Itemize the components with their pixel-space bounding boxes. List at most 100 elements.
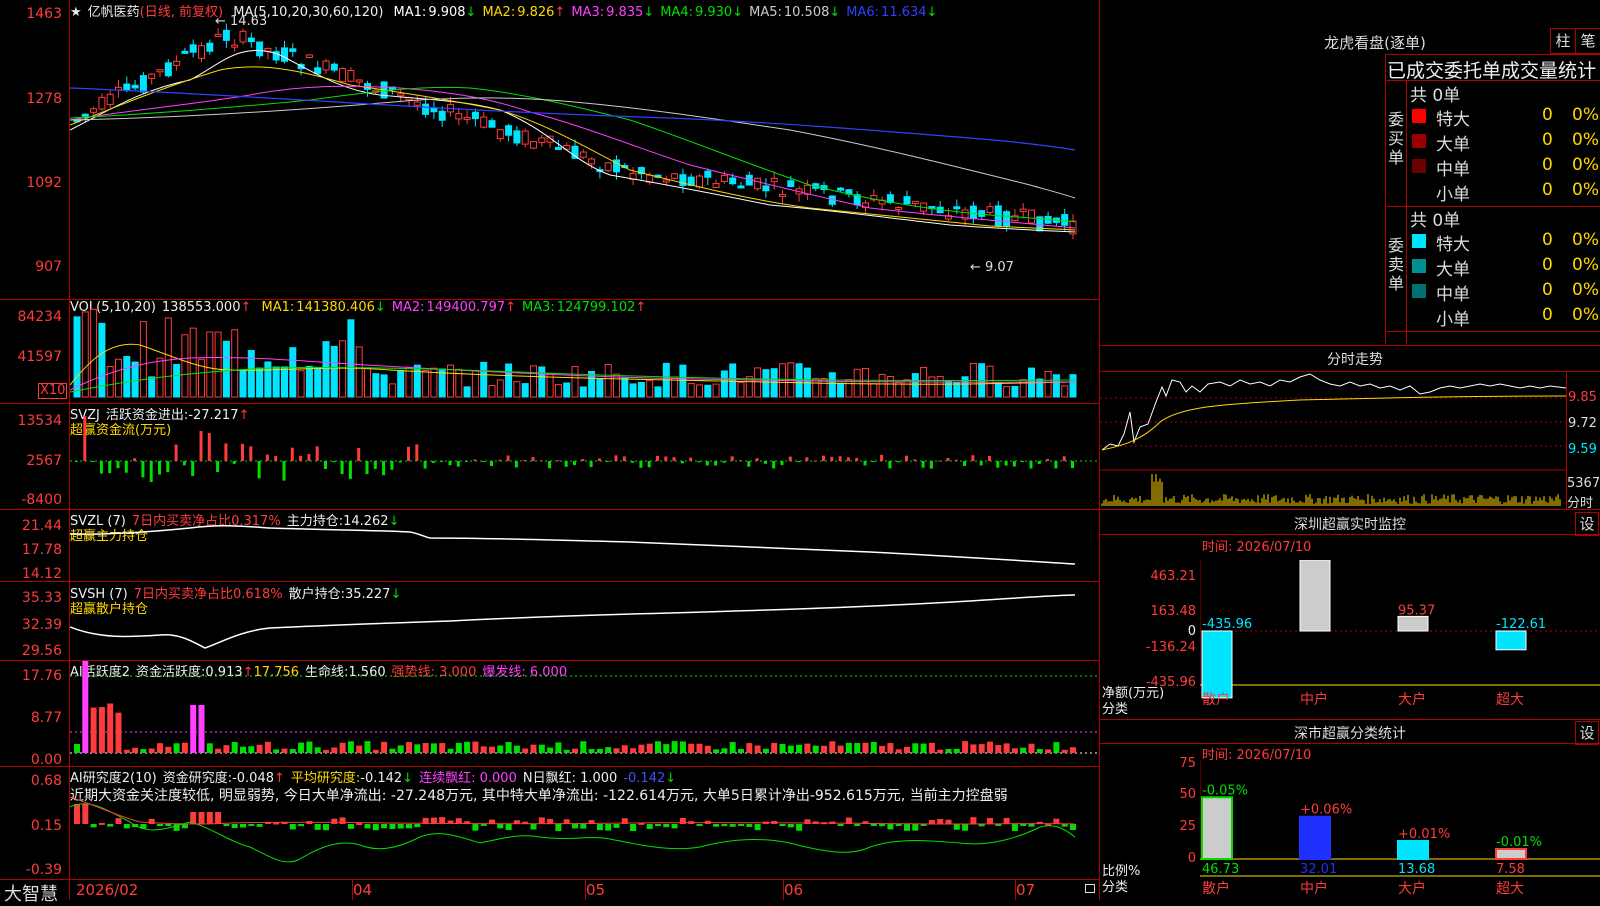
ai-active-bar (74, 743, 80, 753)
volume-bar (646, 379, 654, 398)
ai-active-bar (1003, 743, 1010, 753)
svzl-chart[interactable] (70, 510, 1099, 581)
volume-bar (1069, 374, 1077, 398)
volume-bar (206, 331, 214, 398)
volume-bar (397, 370, 405, 398)
ai-active-bar (513, 745, 520, 753)
candle (397, 93, 405, 97)
volume-bar (488, 385, 496, 398)
ai-research-bar (1020, 824, 1027, 826)
svzj-bar (988, 455, 991, 461)
svzj-bar (680, 461, 684, 464)
svzj-bar (913, 459, 917, 461)
ai-active-bar (613, 748, 620, 753)
ai-active-bar (331, 747, 338, 753)
svzj-bar (199, 431, 203, 461)
ai-research-bar (713, 824, 720, 827)
svzj-bar (896, 461, 900, 463)
svzj-bar (539, 460, 543, 462)
ai-active-chart[interactable] (70, 661, 1099, 766)
sell-swatch-3 (1412, 284, 1426, 298)
buy-pct-2: 0% (1572, 130, 1599, 150)
ai-research-bar (696, 824, 703, 826)
ai-active-bar (406, 742, 412, 753)
ai-active-bar (572, 748, 578, 753)
svzj-bar (855, 457, 859, 461)
ai-research-bar (912, 824, 919, 831)
ai-active-bar (547, 747, 554, 753)
tick-view-button[interactable]: 笔 (1575, 28, 1600, 54)
svzj-chart[interactable] (70, 404, 1099, 509)
classify-change-1: -0.05% (1202, 783, 1248, 798)
ai-active-bar (389, 748, 396, 753)
ai-active-bar (90, 707, 97, 753)
svzj-bar (440, 461, 444, 462)
x-label-5: 07 (1016, 881, 1036, 899)
ai-active-bar (663, 744, 670, 753)
volume-bar (247, 350, 255, 398)
ai-active-bar (455, 742, 462, 753)
ai-active-bar (181, 742, 188, 753)
svsh-chart[interactable] (70, 583, 1099, 660)
ai-research-bar (580, 824, 587, 829)
app-logo[interactable]: 大智慧 (4, 880, 58, 906)
candle (696, 175, 703, 188)
ai-active-bar (115, 712, 122, 753)
svzj-bar (456, 461, 460, 467)
svzj-bar (822, 455, 825, 461)
candle (314, 67, 322, 75)
classify-value-1: 46.73 (1202, 862, 1239, 877)
volume-bar (621, 377, 629, 398)
ai-active-bar (231, 741, 238, 753)
ai-active-bar (140, 749, 147, 753)
ai-active-bar (123, 749, 130, 753)
ai-active-bar (646, 743, 653, 753)
ai-research-chart[interactable] (70, 767, 1099, 879)
ai-research-bar (497, 824, 504, 829)
sell-count-1: 0 (1542, 230, 1553, 250)
svzj-bar (730, 456, 734, 461)
svzj-bar (905, 455, 908, 461)
monitor-chart[interactable]: -435.96 散户 463.21 中户 95.37 大户 -122.61 超大 (1200, 560, 1600, 715)
monitor-bar-2 (1299, 560, 1331, 632)
intraday-chart[interactable] (1100, 372, 1566, 508)
svsh-tick-3: 29.56 (21, 643, 62, 659)
bar-view-button[interactable]: 柱 (1550, 28, 1576, 54)
volume-chart[interactable] (70, 300, 1099, 403)
ai-active-bar (281, 748, 288, 753)
ai-research-bar (372, 824, 379, 831)
ai-active-bar (223, 745, 230, 753)
classify-chart[interactable]: -0.05% 46.73 散户 +0.06% 32.01 中户 +0.01% 13.68 大户 -… (1200, 760, 1600, 900)
classify-category-1: 散户 (1202, 880, 1230, 897)
volume-bar (364, 367, 371, 398)
svzj-bar (307, 454, 311, 461)
svzj-bar (249, 446, 253, 461)
ai-active-bar (1011, 748, 1018, 753)
classify-value-2: 32.01 (1300, 862, 1337, 877)
volume-bar (214, 331, 222, 398)
monitor-bar-4 (1495, 630, 1527, 651)
svzj-bar (830, 456, 834, 461)
ai-research-bar (181, 824, 188, 829)
price-chart[interactable]: ← 14.63 ← 9.07 (70, 0, 1099, 299)
lhb-sep-top (1385, 54, 1600, 55)
buy-swatch-3 (1412, 159, 1426, 173)
candle (770, 177, 778, 183)
monitor-settings-button[interactable]: 设 (1575, 512, 1599, 536)
ai-active-bar (787, 745, 794, 753)
ai-active-bar (530, 744, 537, 753)
ai-research-bar (248, 824, 255, 826)
candle (978, 210, 986, 217)
volume-bar (198, 358, 205, 398)
svzj-bar (448, 461, 452, 466)
x-label-4: 06 (784, 881, 804, 899)
ai-active-bar (580, 741, 587, 753)
svzj-bar (979, 461, 983, 466)
ai-active-bar (173, 743, 180, 753)
svzj-bar (697, 461, 701, 463)
ai-research-bar (273, 822, 280, 825)
lock-icon[interactable] (1085, 884, 1095, 893)
classify-settings-button[interactable]: 设 (1575, 721, 1599, 745)
price-tick-1: 1463 (26, 6, 62, 22)
svzj-bar (614, 455, 618, 461)
